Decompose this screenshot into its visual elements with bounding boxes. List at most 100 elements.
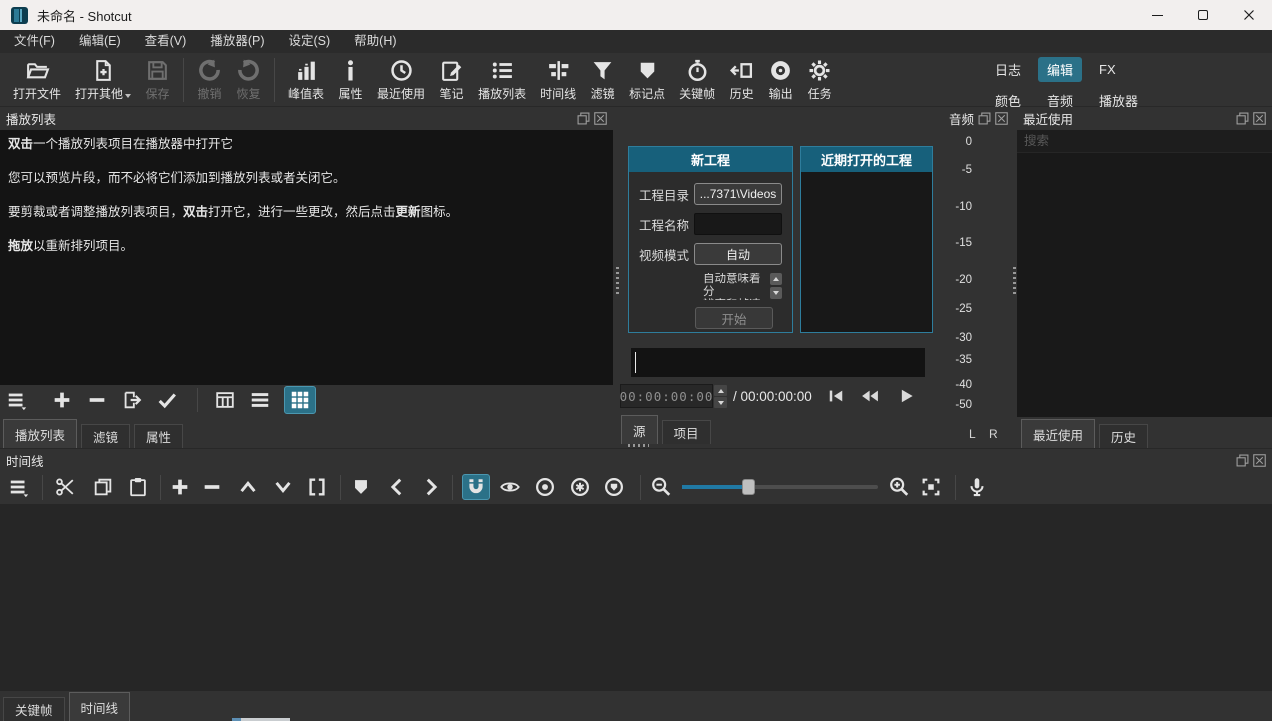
playlist-open-item-button[interactable] bbox=[121, 389, 143, 411]
zoom-fit-button[interactable] bbox=[920, 476, 942, 498]
zoom-in-button[interactable] bbox=[888, 476, 910, 498]
save-button[interactable]: 保存 bbox=[138, 57, 177, 103]
rewind-button[interactable] bbox=[860, 386, 880, 406]
close-button[interactable] bbox=[1226, 0, 1272, 30]
float-panel-button[interactable] bbox=[1236, 454, 1249, 467]
zoom-slider-handle[interactable] bbox=[742, 479, 755, 495]
layout-logging-button[interactable]: 日志 bbox=[986, 57, 1030, 82]
recent-projects-list[interactable] bbox=[801, 172, 932, 332]
playlist-update-button[interactable] bbox=[156, 389, 178, 411]
splitter-handle[interactable] bbox=[616, 267, 619, 294]
tab-keyframes[interactable]: 关键帧 bbox=[3, 697, 65, 721]
ripple-markers-button[interactable] bbox=[603, 476, 625, 498]
recent-button[interactable]: 最近使用 bbox=[370, 57, 432, 103]
redo-button[interactable]: 恢复 bbox=[229, 57, 268, 103]
append-button[interactable] bbox=[169, 476, 191, 498]
ripple-button[interactable] bbox=[534, 476, 556, 498]
lift-button[interactable] bbox=[237, 476, 259, 498]
menu-settings[interactable]: 设定(S) bbox=[276, 30, 342, 53]
scroll-up-button[interactable] bbox=[770, 273, 782, 285]
tab-history[interactable]: 历史 bbox=[1099, 424, 1148, 448]
filters-button[interactable]: 滤镜 bbox=[583, 57, 622, 103]
open-file-button[interactable]: 打开文件 bbox=[6, 57, 68, 103]
tab-project[interactable]: 项目 bbox=[662, 420, 711, 444]
layout-editing-button[interactable]: 编辑 bbox=[1038, 57, 1082, 82]
view-icons-button[interactable] bbox=[284, 386, 316, 414]
float-panel-button[interactable] bbox=[978, 112, 991, 125]
jobs-button[interactable]: 任务 bbox=[800, 57, 839, 103]
ripple-all-button[interactable] bbox=[569, 476, 591, 498]
layout-fx-button[interactable]: FX bbox=[1090, 59, 1125, 80]
playlist-button[interactable]: 播放列表 bbox=[471, 57, 533, 103]
ripple-delete-button[interactable] bbox=[201, 476, 223, 498]
project-name-input[interactable] bbox=[694, 213, 782, 235]
tab-filters[interactable]: 滤镜 bbox=[81, 424, 130, 448]
menu-player[interactable]: 播放器(P) bbox=[198, 30, 276, 53]
recent-files-list[interactable] bbox=[1017, 153, 1272, 417]
properties-button[interactable]: 属性 bbox=[331, 57, 370, 103]
playlist-add-button[interactable] bbox=[51, 389, 73, 411]
history-button[interactable]: 历史 bbox=[722, 57, 761, 103]
float-panel-button[interactable] bbox=[577, 112, 590, 125]
cut-button[interactable] bbox=[54, 476, 76, 498]
open-other-button[interactable]: 打开其他 bbox=[68, 57, 138, 103]
video-mode-button[interactable]: 自动 bbox=[694, 243, 782, 265]
timeline-zoom-slider[interactable] bbox=[682, 485, 878, 489]
player-dock-handle[interactable] bbox=[628, 444, 649, 447]
seek-bar[interactable] bbox=[631, 348, 925, 377]
tab-recent[interactable]: 最近使用 bbox=[1021, 419, 1095, 448]
marker-button[interactable] bbox=[350, 476, 372, 498]
float-panel-button[interactable] bbox=[1236, 112, 1249, 125]
splitter-handle[interactable] bbox=[1013, 267, 1016, 294]
tab-source[interactable]: 源 bbox=[621, 415, 658, 444]
project-folder-button[interactable]: ...7371\Videos bbox=[694, 183, 782, 205]
scrub-button[interactable] bbox=[499, 476, 521, 498]
playlist-remove-button[interactable] bbox=[86, 389, 108, 411]
timeline-menu-button[interactable] bbox=[8, 476, 30, 498]
snap-button[interactable] bbox=[462, 474, 490, 500]
prev-marker-button[interactable] bbox=[386, 476, 408, 498]
timeline-tracks-area[interactable] bbox=[0, 504, 1272, 691]
paste-button[interactable] bbox=[127, 476, 149, 498]
undo-button[interactable]: 撤销 bbox=[190, 57, 229, 103]
close-panel-button[interactable] bbox=[594, 112, 607, 125]
tab-timeline[interactable]: 时间线 bbox=[69, 692, 131, 721]
scroll-down-button[interactable] bbox=[770, 287, 782, 299]
output-button[interactable]: 输出 bbox=[761, 57, 800, 103]
skip-start-button[interactable] bbox=[826, 386, 846, 406]
timecode-up-button[interactable] bbox=[714, 385, 727, 396]
zoom-out-button[interactable] bbox=[650, 476, 672, 498]
peak-meter-button[interactable]: 峰值表 bbox=[281, 57, 331, 103]
menu-edit[interactable]: 编辑(E) bbox=[67, 30, 133, 53]
view-details-button[interactable] bbox=[214, 389, 236, 411]
close-panel-button[interactable] bbox=[995, 112, 1008, 125]
play-button[interactable] bbox=[896, 386, 916, 406]
record-audio-button[interactable] bbox=[966, 476, 988, 498]
overwrite-button[interactable] bbox=[272, 476, 294, 498]
notes-button[interactable]: 笔记 bbox=[432, 57, 471, 103]
playlist-menu-button[interactable] bbox=[6, 389, 28, 411]
start-button[interactable]: 开始 bbox=[695, 307, 773, 329]
split-button[interactable] bbox=[306, 476, 328, 498]
timeline-button[interactable]: 时间线 bbox=[533, 57, 583, 103]
close-panel-button[interactable] bbox=[1253, 112, 1266, 125]
tab-playlist[interactable]: 播放列表 bbox=[3, 419, 77, 448]
maximize-button[interactable] bbox=[1180, 0, 1226, 30]
markers-button[interactable]: 标记点 bbox=[622, 57, 672, 103]
view-tiles-button[interactable] bbox=[249, 389, 271, 411]
next-marker-button[interactable] bbox=[420, 476, 442, 498]
close-panel-button[interactable] bbox=[1253, 454, 1266, 467]
timecode-down-button[interactable] bbox=[714, 397, 727, 408]
minimize-button[interactable] bbox=[1134, 0, 1180, 30]
record-audio-icon bbox=[966, 476, 988, 498]
timecode-field[interactable]: 00:00:00:00 bbox=[620, 384, 713, 408]
copy-button[interactable] bbox=[92, 476, 114, 498]
menu-view[interactable]: 查看(V) bbox=[133, 30, 199, 53]
search-input[interactable] bbox=[1017, 130, 1272, 153]
menu-file[interactable]: 文件(F) bbox=[2, 30, 67, 53]
playhead-cursor[interactable] bbox=[635, 352, 636, 373]
tab-properties[interactable]: 属性 bbox=[134, 424, 183, 448]
keyframes-button[interactable]: 关键帧 bbox=[672, 57, 722, 103]
menu-help[interactable]: 帮助(H) bbox=[342, 30, 408, 53]
close-panel-icon bbox=[1253, 454, 1266, 467]
